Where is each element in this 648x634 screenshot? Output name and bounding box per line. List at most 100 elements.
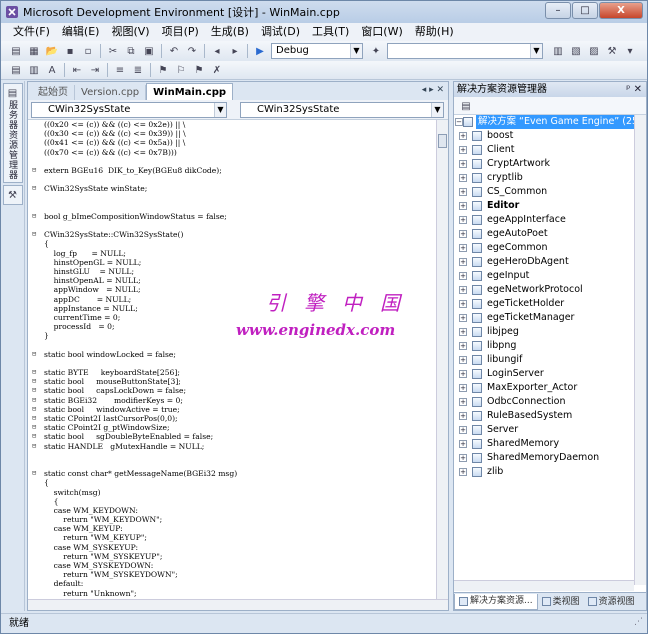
tree-item[interactable]: + Client xyxy=(454,143,634,157)
tree-item[interactable]: + libpng xyxy=(454,339,634,353)
expand-icon[interactable]: + xyxy=(459,370,467,378)
add-item-icon[interactable]: ▦ xyxy=(27,44,41,58)
expand-icon[interactable]: + xyxy=(459,454,467,462)
expand-icon[interactable]: + xyxy=(459,468,467,476)
tab-winmain-cpp[interactable]: WinMain.cpp xyxy=(146,83,234,100)
tree-item[interactable]: + egeTicketManager xyxy=(454,311,634,325)
comment-icon[interactable]: ≡ xyxy=(113,63,127,77)
expand-icon[interactable]: + xyxy=(459,286,467,294)
menu-project[interactable]: 项目(P) xyxy=(156,23,205,41)
collapse-icon[interactable]: − xyxy=(455,118,463,126)
bookmark-icon[interactable]: ⚑ xyxy=(156,63,170,77)
tree-item[interactable]: + egeTicketHolder xyxy=(454,297,634,311)
tree-item[interactable]: + CS_Common xyxy=(454,185,634,199)
tree-item[interactable]: + libjpeg xyxy=(454,325,634,339)
tree-item[interactable]: + RuleBasedSystem xyxy=(454,409,634,423)
next-bookmark-icon[interactable]: ⚐ xyxy=(174,63,188,77)
pin-close-controls[interactable]: ᵖ ✕ xyxy=(626,82,642,97)
editor-horizontal-scrollbar[interactable] xyxy=(28,599,448,610)
tree-item[interactable]: + Server xyxy=(454,423,634,437)
collapse-icon[interactable]: ⊟ xyxy=(32,212,36,221)
undo-icon[interactable]: ↶ xyxy=(167,44,181,58)
tree-item[interactable]: + egeAutoPoet xyxy=(454,227,634,241)
toolbox-icon[interactable]: ▨ xyxy=(587,44,601,58)
redo-icon[interactable]: ↷ xyxy=(185,44,199,58)
collapse-icon[interactable]: ⊟ xyxy=(32,377,36,386)
expand-icon[interactable]: + xyxy=(459,132,467,140)
paste-icon[interactable]: ▣ xyxy=(142,44,156,58)
tab-start-page[interactable]: 起始页 xyxy=(32,85,75,100)
menu-file[interactable]: 文件(F) xyxy=(7,23,56,41)
expand-icon[interactable]: + xyxy=(459,244,467,252)
tree-item[interactable]: + boost xyxy=(454,129,634,143)
collapse-icon[interactable]: ⊟ xyxy=(32,184,36,193)
close-button[interactable]: X xyxy=(599,2,643,19)
collapse-icon[interactable]: ⊟ xyxy=(32,386,36,395)
expand-icon[interactable]: + xyxy=(459,398,467,406)
expand-icon[interactable]: + xyxy=(459,356,467,364)
format-icon[interactable]: ▤ xyxy=(9,63,23,77)
cut-icon[interactable]: ✂ xyxy=(106,44,120,58)
clear-bookmarks-icon[interactable]: ✗ xyxy=(210,63,224,77)
expand-icon[interactable]: + xyxy=(459,426,467,434)
tree-item[interactable]: + zlib xyxy=(454,465,634,479)
tab-controls[interactable]: ◂ ▸ ✕ xyxy=(422,85,444,95)
server-explorer-tab[interactable]: ▤ 服务器资源管理器 xyxy=(2,83,23,183)
expand-icon[interactable]: + xyxy=(459,160,467,168)
tree-item[interactable]: + MaxExporter_Actor xyxy=(454,381,634,395)
tree-item[interactable]: + egeNetworkProtocol xyxy=(454,283,634,297)
code-area[interactable]: ((0x20 <= (c)) && ((c) <= 0x2e)) || \ ((0… xyxy=(28,120,436,600)
toolbar-options-icon[interactable]: ▾ xyxy=(623,44,637,58)
collapse-icon[interactable]: ⊟ xyxy=(32,469,36,478)
collapse-icon[interactable]: ⊟ xyxy=(32,414,36,423)
scroll-thumb[interactable] xyxy=(438,134,447,148)
expand-icon[interactable]: + xyxy=(459,328,467,336)
expand-icon[interactable]: + xyxy=(459,230,467,238)
save-all-icon[interactable]: ▫ xyxy=(81,44,95,58)
nav-back-icon[interactable]: ◂ xyxy=(210,44,224,58)
expand-icon[interactable]: + xyxy=(459,202,467,210)
nav-forward-icon[interactable]: ▸ xyxy=(228,44,242,58)
tree-item[interactable]: + CryptArtwork xyxy=(454,157,634,171)
format-icon-2[interactable]: ▥ xyxy=(27,63,41,77)
uncomment-icon[interactable]: ≣ xyxy=(131,63,145,77)
menu-window[interactable]: 窗口(W) xyxy=(355,23,408,41)
solution-root[interactable]: − 解决方案 “Even Game Engine” (25 个项目) xyxy=(454,115,634,129)
expand-icon[interactable]: + xyxy=(459,188,467,196)
tree-item[interactable]: + libungif xyxy=(454,353,634,367)
collapse-icon[interactable]: ⊟ xyxy=(32,423,36,432)
collapse-icon[interactable]: ⊟ xyxy=(32,396,36,405)
tools-icon[interactable]: ⚒ xyxy=(605,44,619,58)
tree-item[interactable]: + cryptlib xyxy=(454,171,634,185)
collapse-icon[interactable]: ⊟ xyxy=(32,432,36,441)
expand-icon[interactable]: + xyxy=(459,384,467,392)
expand-icon[interactable]: + xyxy=(459,216,467,224)
collapse-icon[interactable]: ⊟ xyxy=(32,442,36,451)
tree-vertical-scrollbar[interactable] xyxy=(634,115,646,585)
collapse-icon[interactable]: ⊟ xyxy=(32,368,36,377)
properties-icon[interactable]: ▤ xyxy=(459,99,473,113)
expand-icon[interactable]: + xyxy=(459,314,467,322)
solution-explorer-icon[interactable]: ▥ xyxy=(551,44,565,58)
expand-icon[interactable]: + xyxy=(459,342,467,350)
font-size-icon[interactable]: A xyxy=(45,63,59,77)
prev-bookmark-icon[interactable]: ⚑ xyxy=(192,63,206,77)
expand-icon[interactable]: + xyxy=(459,174,467,182)
class-select[interactable]: CWin32SysState ▼ xyxy=(31,102,227,118)
expand-icon[interactable]: + xyxy=(459,412,467,420)
resize-grip-icon[interactable]: ⋰ xyxy=(634,617,643,627)
save-icon[interactable]: ▪ xyxy=(63,44,77,58)
expand-icon[interactable]: + xyxy=(459,272,467,280)
start-debug-icon[interactable]: ▶ xyxy=(253,44,267,58)
menu-edit[interactable]: 编辑(E) xyxy=(56,23,106,41)
toolbox-tab[interactable]: ⚒ xyxy=(2,185,23,205)
tree-item[interactable]: + Editor xyxy=(454,199,634,213)
tree-item[interactable]: + SharedMemory xyxy=(454,437,634,451)
config-select[interactable]: Debug ▼ xyxy=(271,43,363,59)
tree-item[interactable]: + egeCommon xyxy=(454,241,634,255)
menu-build[interactable]: 生成(B) xyxy=(205,23,255,41)
maximize-button[interactable]: □ xyxy=(572,2,598,19)
menu-help[interactable]: 帮助(H) xyxy=(409,23,460,41)
menu-view[interactable]: 视图(V) xyxy=(105,23,155,41)
outdent-icon[interactable]: ⇤ xyxy=(70,63,84,77)
